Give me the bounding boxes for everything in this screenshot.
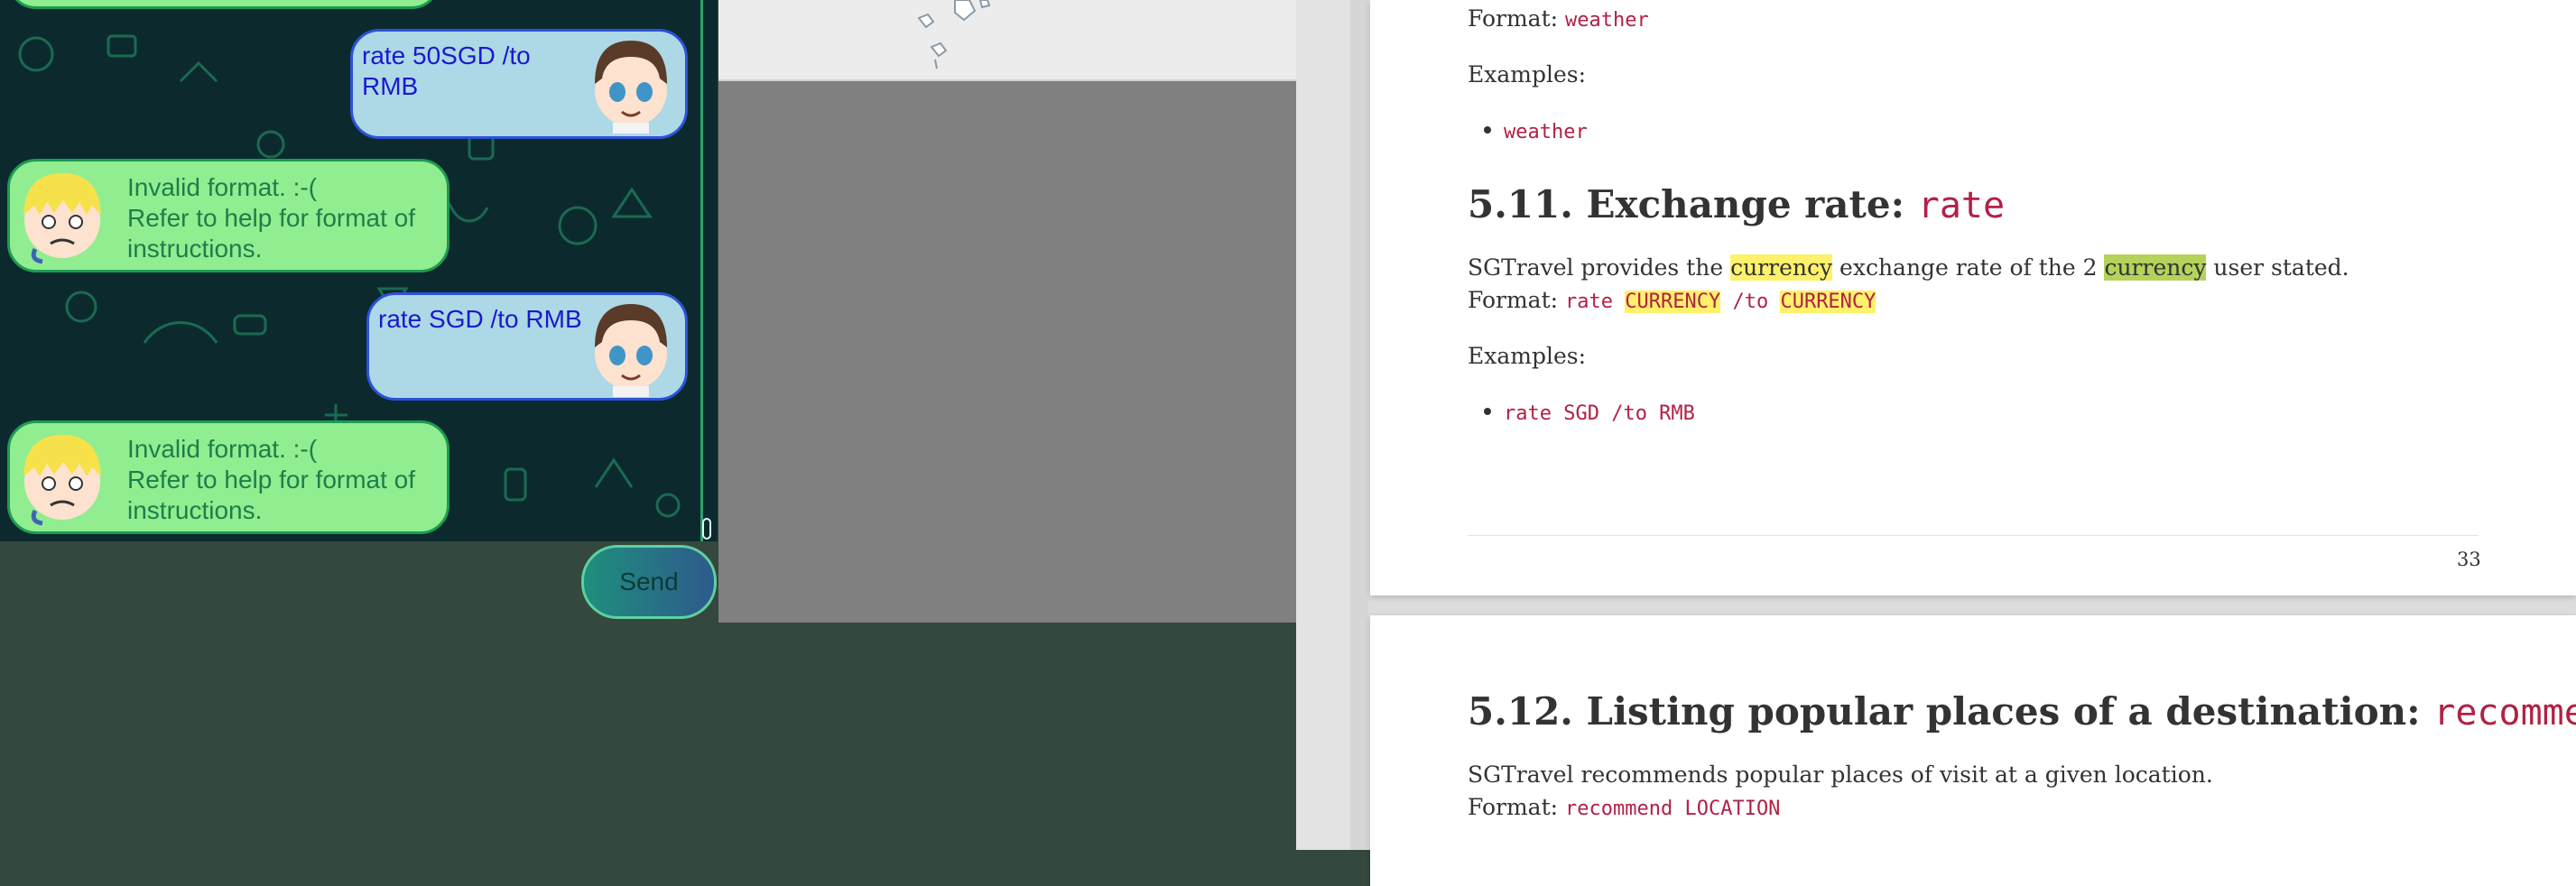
section-heading-text: 5.12. Listing popular places of a destin… (1468, 689, 2434, 734)
message-text: rate SGD /to RMB (378, 305, 582, 333)
format-code: /to (1720, 291, 1781, 313)
section-heading-code: rate (1917, 185, 2006, 226)
section-heading: 5.12. Listing popular places of a destin… (1468, 689, 2576, 734)
description-text: SGTravel provides the (1468, 254, 1731, 281)
example-code: rate SGD /to RMB (1504, 402, 1695, 425)
message-text: Invalid format. :-( Refer to help for fo… (127, 435, 416, 524)
section-description: SGTravel provides the currency exchange … (1468, 254, 2349, 281)
document-page (1370, 615, 2576, 886)
chat-scroll-thumb[interactable] (702, 518, 711, 540)
format-code: recommend LOCATION (1565, 798, 1781, 820)
description-text: exchange rate of the 2 (1832, 254, 2105, 281)
chat-scrollbar[interactable] (700, 0, 718, 541)
bullet-icon (1484, 407, 1491, 415)
search-highlight: currency (1730, 254, 1833, 281)
user-avatar (595, 41, 667, 134)
page-footer-rule (1468, 535, 2479, 536)
bot-message-bubble-partial (7, 0, 440, 9)
bot-avatar (23, 173, 101, 264)
example-code: weather (1504, 121, 1588, 143)
window-divider (1296, 0, 1350, 850)
message-text: Invalid format. :-( Refer to help for fo… (127, 173, 416, 263)
preview-canvas (718, 81, 1296, 623)
format-code: weather (1565, 9, 1649, 32)
window-divider-shadow (1350, 0, 1368, 850)
format-label: Format: (1468, 5, 1559, 32)
message-text: rate 50SGD /to RMB (362, 42, 531, 100)
examples-label: Examples: (1468, 343, 1587, 369)
section-heading-code: recommend (2433, 692, 2576, 734)
section-heading-text: 5.11. Exchange rate: (1468, 182, 1918, 226)
search-highlight-current: currency (2104, 254, 2207, 281)
preview-top-pane (718, 0, 1296, 81)
format-label: Format: (1468, 287, 1559, 313)
format-line: Format: rate CURRENCY /to CURRENCY (1468, 287, 1876, 313)
section-heading: 5.11. Exchange rate: rate (1468, 182, 2005, 226)
format-line: Format: weather (1468, 5, 1649, 32)
format-label: Format: (1468, 794, 1559, 820)
examples-label: Examples: (1468, 61, 1587, 88)
chat-area: rate 50SGD /to RMB Invalid format. :-( R… (0, 0, 715, 541)
example-list-item: rate SGD /to RMB (1484, 399, 1695, 425)
user-avatar (595, 304, 667, 397)
section-description: SGTravel recommends popular places of vi… (1468, 761, 2213, 788)
flower-graphic (917, 0, 991, 69)
search-highlight: CURRENCY (1780, 291, 1876, 313)
example-list-item: weather (1484, 117, 1588, 143)
bot-avatar (23, 435, 101, 526)
search-highlight: CURRENCY (1625, 291, 1721, 313)
send-button[interactable]: Send (581, 545, 717, 619)
format-line: Format: recommend LOCATION (1468, 794, 1780, 820)
page-number: 33 (2457, 549, 2481, 570)
description-text: user stated. (2206, 254, 2349, 281)
format-code: rate (1565, 291, 1626, 313)
bullet-icon (1484, 125, 1491, 134)
